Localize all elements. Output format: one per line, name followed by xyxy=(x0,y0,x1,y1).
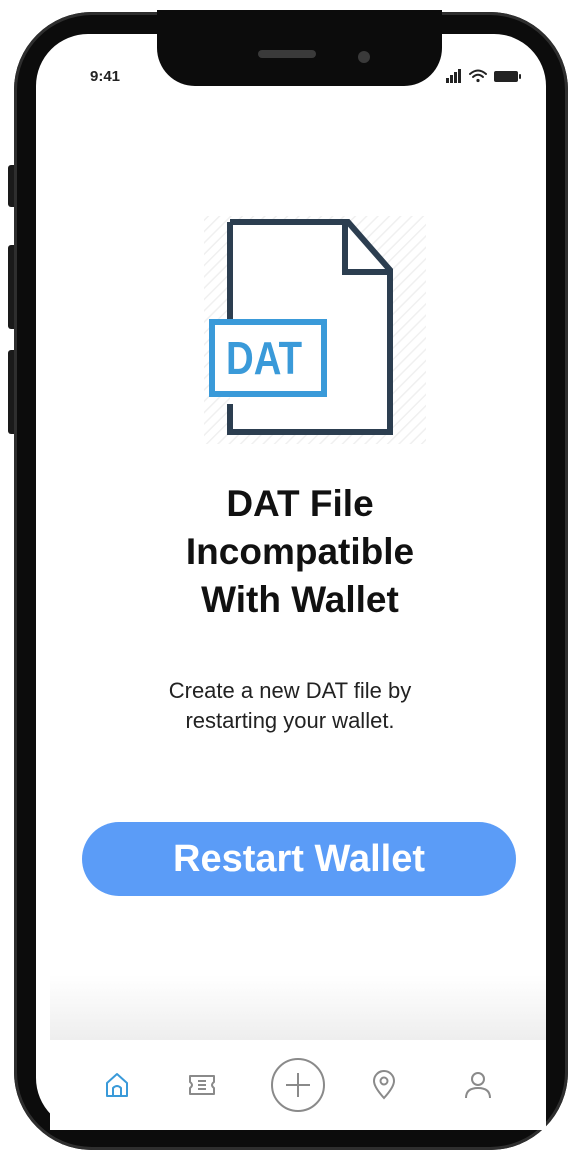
tab-profile[interactable] xyxy=(448,1040,508,1130)
title-line: Incompatible xyxy=(185,531,415,572)
user-icon xyxy=(465,1072,491,1099)
notch xyxy=(157,10,442,86)
title-line: DAT File xyxy=(226,483,374,524)
message-line: Create a new DAT file by xyxy=(168,678,412,703)
device-mockup: 9:41 DAT DAT File Incompatible With Wall… xyxy=(0,0,574,1155)
ticket-icon xyxy=(189,1075,215,1095)
dat-file-icon: DAT xyxy=(204,216,426,444)
speaker xyxy=(258,50,316,58)
add-icon xyxy=(271,1058,325,1112)
tab-home[interactable] xyxy=(87,1040,147,1130)
error-title: DAT File Incompatible With Wallet xyxy=(150,480,450,624)
tab-add[interactable] xyxy=(268,1040,328,1130)
signal-icon xyxy=(446,69,461,83)
wifi-icon xyxy=(469,69,487,83)
tab-tickets[interactable] xyxy=(172,1040,232,1130)
file-badge-text: DAT xyxy=(226,332,302,384)
home-icon xyxy=(106,1073,128,1097)
tab-location[interactable] xyxy=(354,1040,414,1130)
status-time: 9:41 xyxy=(90,68,121,85)
status-icons xyxy=(446,69,521,83)
message-line: restarting your wallet. xyxy=(185,708,395,733)
restart-wallet-button[interactable]: Restart Wallet xyxy=(82,822,516,896)
title-line: With Wallet xyxy=(201,579,399,620)
error-message: Create a new DAT file by restarting your… xyxy=(130,676,450,736)
bottom-tab-bar xyxy=(50,1040,546,1130)
battery-icon xyxy=(494,71,521,82)
content-fade xyxy=(50,975,546,1040)
front-camera xyxy=(358,51,370,63)
location-pin-icon xyxy=(372,1070,396,1100)
